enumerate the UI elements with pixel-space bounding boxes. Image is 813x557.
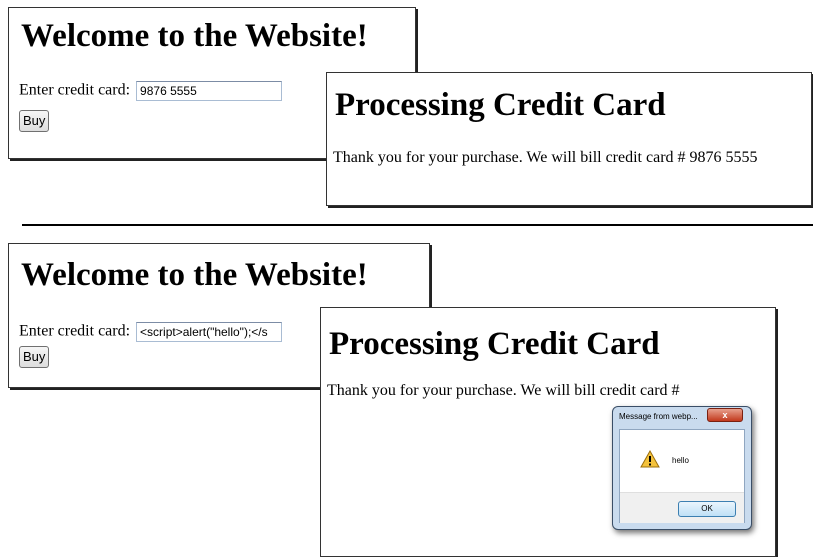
- top-processing-window: Processing Credit Card Thank you for you…: [326, 72, 812, 206]
- bottom-welcome-title: Welcome to the Website!: [21, 257, 368, 293]
- top-buy-button[interactable]: Buy: [19, 110, 50, 132]
- dialog-title: Message from webp...: [619, 412, 698, 421]
- top-credit-card-label: Enter credit card:: [19, 81, 131, 99]
- dialog-message: hello: [672, 456, 689, 465]
- warning-icon: [640, 449, 660, 468]
- dialog-footer: OK: [620, 492, 744, 523]
- dialog-close-button[interactable]: x: [707, 408, 743, 422]
- bottom-processing-message: Thank you for your purchase. We will bil…: [327, 382, 680, 399]
- bottom-credit-card-label: Enter credit card:: [19, 322, 131, 340]
- bottom-buy-button[interactable]: Buy: [19, 346, 50, 368]
- dialog-body: hello OK: [619, 429, 745, 523]
- section-divider: [22, 224, 813, 226]
- top-credit-card-input[interactable]: 9876 5555: [136, 81, 283, 101]
- top-processing-message: Thank you for your purchase. We will bil…: [333, 149, 758, 166]
- dialog-ok-button[interactable]: OK: [678, 501, 736, 517]
- top-processing-title: Processing Credit Card: [335, 87, 666, 123]
- bottom-credit-card-input[interactable]: <script>alert("hello");</s: [136, 322, 283, 342]
- top-welcome-title: Welcome to the Website!: [21, 18, 368, 54]
- alert-dialog: Message from webp... x hello OK: [612, 406, 752, 530]
- bottom-processing-title: Processing Credit Card: [329, 326, 660, 362]
